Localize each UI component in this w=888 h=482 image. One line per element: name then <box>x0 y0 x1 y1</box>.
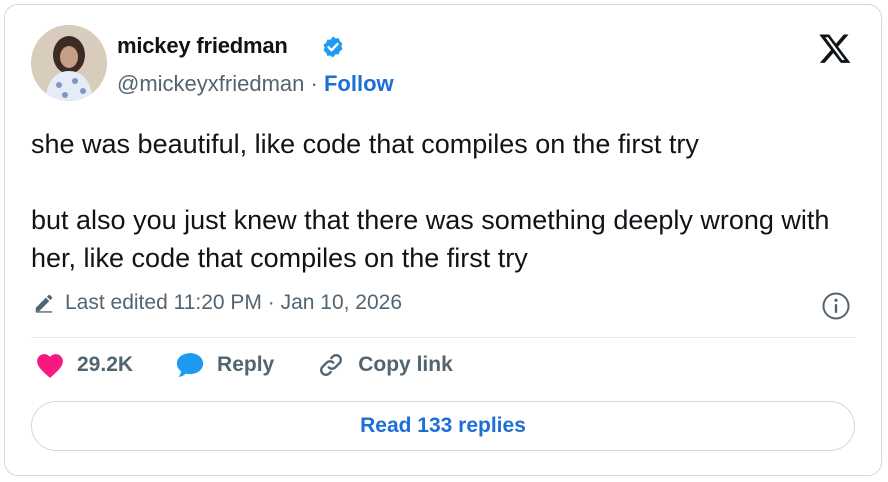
avatar[interactable] <box>31 25 107 101</box>
author-handle-row: @mickeyxfriedman · Follow <box>117 71 394 97</box>
like-button[interactable]: 29.2K <box>35 351 133 379</box>
speech-bubble-icon <box>176 353 204 377</box>
edited-label: Last edited 11:20 PM · Jan 10, 2026 <box>65 291 403 314</box>
reply-label: Reply <box>217 353 275 376</box>
read-replies-button[interactable]: Read 133 replies <box>31 401 855 451</box>
divider <box>31 337 855 338</box>
link-icon <box>320 354 343 376</box>
tweet-paragraph-1: she was beautiful, like code that compil… <box>31 129 699 159</box>
x-logo-icon[interactable] <box>817 31 853 65</box>
follow-button[interactable]: Follow <box>324 71 394 96</box>
like-count: 29.2K <box>77 353 134 376</box>
separator-dot: · <box>310 71 318 96</box>
action-bar: 29.2K Reply Copy link <box>35 351 495 379</box>
edited-timestamp-row[interactable]: Last edited 11:20 PM · Jan 10, 2026 <box>33 291 402 315</box>
pencil-icon <box>35 294 53 313</box>
author-handle[interactable]: @mickeyxfriedman <box>117 71 304 96</box>
verified-badge-icon <box>323 36 343 58</box>
heart-icon <box>37 354 63 378</box>
tweet-paragraph-2: but also you just knew that there was so… <box>31 205 830 273</box>
tweet-card: mickey friedman @mickeyxfriedman · Follo… <box>4 4 882 476</box>
reply-button[interactable]: Reply <box>175 351 274 379</box>
copy-link-label: Copy link <box>358 353 453 376</box>
copy-link-button[interactable]: Copy link <box>316 351 453 379</box>
tweet-text: she was beautiful, like code that compil… <box>31 125 851 277</box>
info-icon[interactable] <box>821 291 851 321</box>
author-name[interactable]: mickey friedman <box>117 33 288 59</box>
